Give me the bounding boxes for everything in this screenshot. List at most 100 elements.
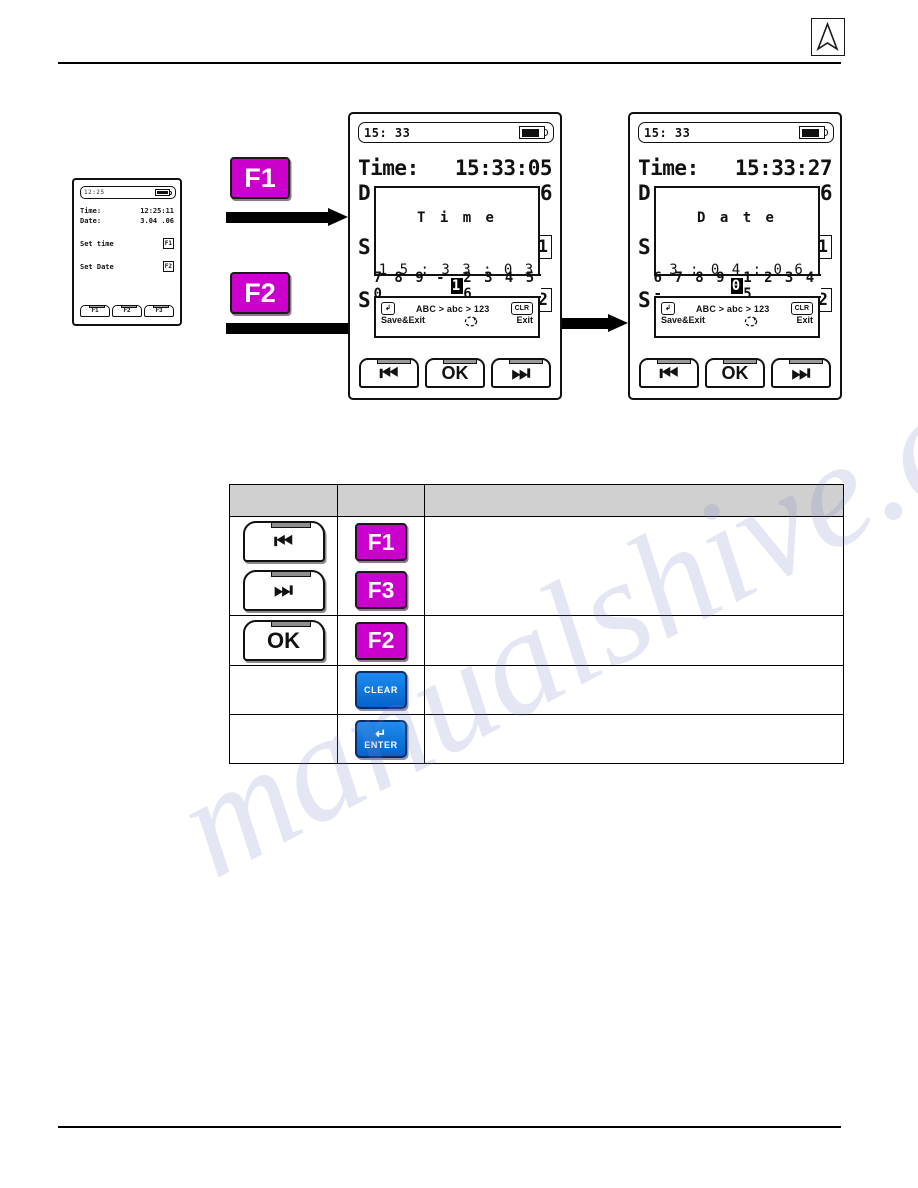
enter-key-icon: ↲: [381, 302, 395, 315]
date-edit-dialog: D a t e 3 : 0 4 : 0 6 6 7 8 9 -01 2 3 4 …: [653, 186, 821, 338]
menu-item-set-date[interactable]: Set Date F2: [80, 261, 174, 272]
softkey-prev[interactable]: ⏮: [639, 358, 699, 388]
softkey-f3[interactable]: F3: [144, 305, 174, 317]
menu-label-set-time: S: [638, 235, 651, 259]
key-f1-button[interactable]: F1: [355, 523, 407, 561]
table-header-row: [229, 484, 844, 517]
time-value: 12:25:11: [140, 207, 174, 215]
softkey-f2[interactable]: F2: [112, 305, 142, 317]
softkey-ok-button[interactable]: OK: [242, 620, 325, 661]
softkey-ok[interactable]: OK: [425, 358, 485, 388]
time-row: Time: 15:33:27: [638, 156, 833, 181]
key-clear-label: CLEAR: [364, 685, 398, 695]
softkey-prev-button[interactable]: ⏮: [242, 521, 325, 562]
time-edit-dialog: T i m e 1 5 : 3 3 : 0 3 7 8 9 - 012 3 4 …: [373, 186, 541, 338]
status-bar: 15: 33: [358, 122, 554, 143]
time-value: 15:33:05: [454, 156, 553, 180]
time-value: 15:33:27: [734, 156, 833, 180]
header-divider: [58, 62, 841, 64]
arrow-logo-glyph: [816, 21, 839, 51]
page-header: [0, 0, 918, 72]
cell-softkey-empty: [229, 714, 338, 764]
date-label: D: [358, 181, 371, 205]
strip-before: 7 8 9 - 0: [373, 270, 447, 302]
key-f1-label: F1: [367, 528, 395, 555]
key-legend-table: ⏮ ⏭ F1 F3 OK F2 CLEAR ↵ ENTER: [229, 484, 844, 764]
save-exit-label: Save&Exit: [381, 314, 426, 325]
flow-arrow-f1: [226, 208, 348, 226]
key-f3-label: F3: [367, 576, 395, 603]
menu-key-f2: F2: [162, 261, 174, 272]
f2-flow-button[interactable]: F2: [230, 272, 290, 314]
cell-key-enter: ↵ ENTER: [337, 714, 425, 764]
softkey-next-glyph: ⏭: [274, 578, 293, 602]
f1-flow-label: F1: [244, 162, 276, 193]
character-strip[interactable]: 7 8 9 - 012 3 4 5 6: [373, 270, 541, 302]
header-keypad: [337, 484, 425, 517]
cell-key-clear: CLEAR: [337, 665, 425, 715]
key-f3-button[interactable]: F3: [355, 571, 407, 609]
softkey-ok-glyph: OK: [267, 627, 300, 653]
softkey-next-label: ⏭: [511, 360, 531, 385]
softkey-next[interactable]: ⏭: [771, 358, 831, 388]
strip-selected-char: 1: [450, 278, 464, 294]
status-time: 15: 33: [644, 125, 691, 140]
battery-icon: [155, 189, 172, 196]
f2-flow-label: F2: [244, 277, 276, 308]
input-mode-label: ABC > abc > 123: [695, 303, 770, 314]
character-strip[interactable]: 6 7 8 9 -01 2 3 4 5: [653, 270, 821, 302]
menu-label-set-date: S: [638, 288, 651, 312]
cycle-mode-icon: [744, 314, 758, 327]
table-row: ↵ ENTER: [229, 714, 844, 764]
softkey-prev-label: ⏮: [379, 360, 399, 385]
dialog-title: D a t e: [696, 210, 777, 226]
key-clear-button[interactable]: CLEAR: [355, 671, 407, 709]
key-f2-button[interactable]: F2: [355, 621, 407, 660]
device-screen-date: 15: 33 Time: 15:33:27 D 6 S 1 S 2 D a t …: [628, 112, 842, 400]
exit-label: Exit: [516, 314, 533, 325]
softkey-f1[interactable]: F1: [80, 305, 110, 317]
f1-flow-button[interactable]: F1: [230, 157, 290, 199]
cell-softkey-ok: OK: [229, 615, 338, 666]
enter-key-icon: ↲: [661, 302, 675, 315]
clr-key-icon: CLR: [790, 302, 813, 315]
softkey-ok[interactable]: OK: [705, 358, 765, 388]
cell-description-ok: [424, 615, 844, 666]
menu-label-set-date: S: [358, 288, 371, 312]
menu-item-set-time[interactable]: Set time F1: [80, 238, 174, 249]
softkey-prev-label: ⏮: [659, 360, 679, 385]
status-time: 12:25: [84, 189, 105, 196]
cell-key-f2: F2: [337, 615, 425, 666]
key-enter-label: ENTER: [364, 740, 398, 750]
time-label: Time:: [80, 207, 102, 215]
date-label: D: [638, 181, 651, 205]
header-description: [424, 484, 844, 517]
cell-description-nav: [424, 516, 844, 616]
menu-label-set-time: S: [358, 235, 371, 259]
status-bar: 12:25: [80, 186, 176, 199]
date-label: Date:: [80, 217, 102, 225]
date-value: 3.04 .06: [140, 217, 174, 225]
flow-arrow-f2-segment-b: [562, 314, 628, 332]
cell-description-enter: [424, 714, 844, 764]
time-row: Time: 15:33:05: [358, 156, 553, 181]
cycle-mode-icon: [464, 314, 478, 327]
clr-key-icon: CLR: [510, 302, 533, 315]
softkey-prev[interactable]: ⏮: [359, 358, 419, 388]
input-mode-label: ABC > abc > 123: [415, 303, 490, 314]
softkey-f1-label: F1: [91, 308, 99, 314]
softkey-ok-label: OK: [441, 362, 469, 383]
softkey-next-button[interactable]: ⏭: [242, 570, 325, 611]
footer-divider: [58, 1126, 841, 1128]
battery-icon: [799, 126, 828, 139]
status-time: 15: 33: [364, 125, 411, 140]
softkey-next[interactable]: ⏭: [491, 358, 551, 388]
dialog-title: T i m e: [416, 210, 497, 226]
company-arrow-logo: [811, 18, 845, 56]
softkey-bar: F1 F2 F3: [80, 305, 174, 317]
table-row: ⏮ ⏭ F1 F3: [229, 516, 844, 616]
softkey-bar: ⏮ OK ⏭: [359, 358, 551, 388]
strip-after: 2 3 4 5 6: [463, 270, 537, 302]
key-enter-button[interactable]: ↵ ENTER: [355, 720, 407, 758]
status-bar: 15: 33: [638, 122, 834, 143]
